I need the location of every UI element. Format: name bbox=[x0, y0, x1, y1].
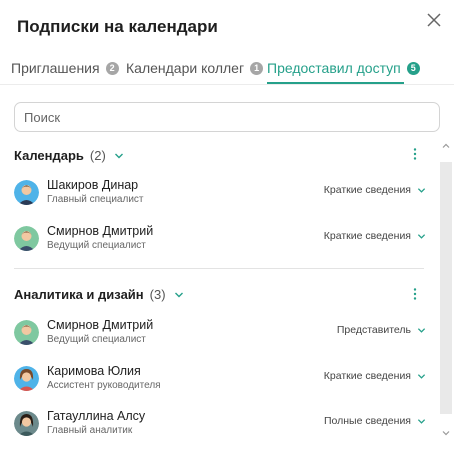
person-name: Каримова Юлия bbox=[47, 364, 141, 378]
access-level-label: Краткие сведения bbox=[323, 370, 411, 382]
chevron-down-icon bbox=[417, 373, 426, 379]
access-level-dropdown[interactable]: Представитель bbox=[337, 324, 426, 336]
tab-badge: 1 bbox=[250, 61, 264, 75]
chevron-down-icon bbox=[417, 187, 426, 193]
tab-label: Приглашения bbox=[11, 60, 100, 76]
avatar bbox=[14, 411, 39, 436]
access-level-dropdown[interactable]: Краткие сведения bbox=[324, 230, 426, 242]
person-name: Шакиров Динар bbox=[47, 178, 139, 192]
list-item: Гатауллина Алсу Главный аналитик Полные … bbox=[14, 409, 426, 443]
section-count: (3) bbox=[149, 287, 166, 302]
avatar bbox=[14, 366, 39, 391]
avatar bbox=[14, 320, 39, 345]
chevron-down-icon bbox=[417, 233, 426, 239]
section-count: (2) bbox=[89, 148, 106, 163]
section-header-calendar[interactable]: Календарь (2) bbox=[14, 148, 124, 163]
person-name: Гатауллина Алсу bbox=[47, 409, 146, 423]
list-item: Смирнов Дмитрий Ведущий специалист Предс… bbox=[14, 318, 426, 352]
chevron-down-icon bbox=[417, 327, 426, 333]
chevron-down-icon[interactable] bbox=[174, 290, 184, 300]
tab-label: Предоставил доступ bbox=[267, 60, 401, 76]
list-item: Смирнов Дмитрий Ведущий специалист Кратк… bbox=[14, 224, 426, 258]
person-role: Ассистент руководителя bbox=[47, 380, 161, 391]
scroll-up-icon[interactable] bbox=[441, 141, 451, 151]
kebab-menu-icon[interactable] bbox=[411, 148, 419, 160]
list-item: Каримова Юлия Ассистент руководителя Кра… bbox=[14, 364, 426, 398]
access-level-label: Полные сведения bbox=[323, 415, 411, 427]
section-header-analytics-design[interactable]: Аналитика и дизайн (3) bbox=[14, 287, 184, 302]
tab-badge: 5 bbox=[406, 61, 420, 75]
avatar bbox=[14, 226, 39, 251]
tab-badge: 2 bbox=[105, 61, 119, 75]
access-level-dropdown[interactable]: Полные сведения bbox=[324, 415, 426, 427]
chevron-down-icon bbox=[417, 418, 426, 424]
access-level-dropdown[interactable]: Краткие сведения bbox=[324, 184, 426, 196]
section-divider bbox=[14, 268, 424, 269]
scroll-down-icon[interactable] bbox=[441, 428, 451, 438]
search-input[interactable] bbox=[14, 102, 440, 132]
chevron-down-icon[interactable] bbox=[114, 151, 124, 161]
person-role: Ведущий специалист bbox=[47, 240, 146, 251]
close-icon[interactable] bbox=[426, 12, 442, 28]
person-role: Ведущий специалист bbox=[47, 334, 146, 345]
person-role: Главный специалист bbox=[47, 194, 144, 205]
kebab-menu-icon[interactable] bbox=[411, 288, 419, 300]
scrollbar-thumb[interactable] bbox=[440, 162, 452, 414]
person-role: Главный аналитик bbox=[47, 425, 133, 436]
tabs-bar: Приглашения 2 Календари коллег 1 Предост… bbox=[11, 60, 454, 84]
avatar bbox=[14, 180, 39, 205]
access-level-label: Краткие сведения bbox=[323, 184, 411, 196]
tab-shared-access[interactable]: Предоставил доступ 5 bbox=[267, 60, 420, 76]
list-item: Шакиров Динар Главный специалист Краткие… bbox=[14, 178, 426, 212]
section-title: Аналитика и дизайн bbox=[14, 287, 144, 302]
person-name: Смирнов Дмитрий bbox=[47, 318, 154, 332]
person-name: Смирнов Дмитрий bbox=[47, 224, 154, 238]
section-title: Календарь bbox=[14, 148, 84, 163]
access-level-label: Представитель bbox=[336, 324, 411, 336]
dialog-title: Подписки на календари bbox=[17, 17, 218, 36]
tabs-divider bbox=[0, 84, 454, 85]
access-level-label: Краткие сведения bbox=[323, 230, 411, 242]
access-level-dropdown[interactable]: Краткие сведения bbox=[324, 370, 426, 382]
tab-colleague-calendars[interactable]: Календари коллег 1 bbox=[126, 60, 264, 76]
tab-label: Календари коллег bbox=[126, 60, 245, 76]
tab-invitations[interactable]: Приглашения 2 bbox=[11, 60, 119, 76]
